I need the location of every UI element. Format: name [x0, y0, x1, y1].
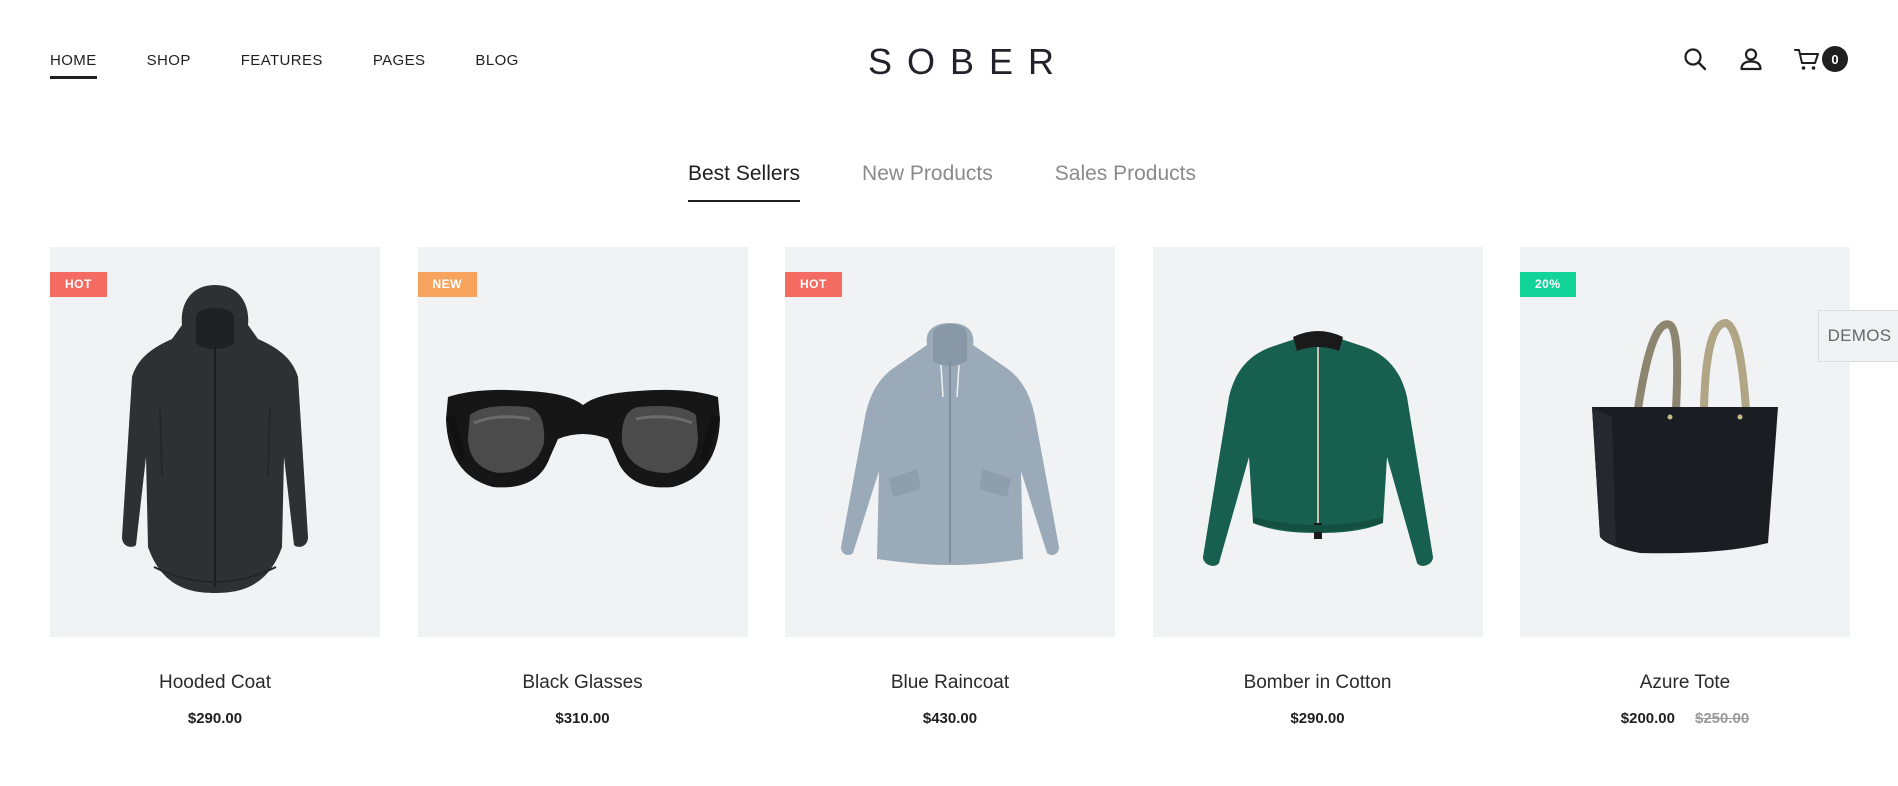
product-name[interactable]: Hooded Coat [50, 672, 380, 694]
product-price: $290.00 [1153, 710, 1483, 727]
product-name[interactable]: Blue Raincoat [785, 672, 1115, 694]
product-price: $430.00 [785, 710, 1115, 727]
current-price: $310.00 [555, 710, 610, 727]
product-image[interactable]: HOT [50, 247, 380, 637]
bomber-jacket-image [1202, 331, 1433, 566]
tab-sales-products[interactable]: Sales Products [1055, 162, 1196, 202]
product-image[interactable]: 20% [1520, 247, 1850, 637]
product-card[interactable]: HOT Blue Raincoat $430.00 [785, 247, 1115, 727]
tab-best-sellers[interactable]: Best Sellers [688, 162, 801, 202]
product-badge: HOT [50, 272, 107, 297]
current-price: $290.00 [187, 710, 243, 727]
current-price: $290.00 [1290, 710, 1345, 727]
demos-button[interactable]: DEMOS [1818, 310, 1898, 362]
nav-pages[interactable]: PAGES [373, 52, 426, 79]
search-icon[interactable] [1682, 46, 1708, 72]
nav-blog[interactable]: BLOG [475, 52, 518, 79]
site-header: HOME SHOP FEATURES PAGES BLOG SOBER 0 [0, 0, 1898, 124]
current-price: $200.00 [1620, 710, 1675, 727]
product-grid: HOT Hooded Coat $290.00 NEW Black Glasse… [50, 247, 1850, 727]
tab-new-products[interactable]: New Products [862, 162, 993, 202]
product-price: $200.00 $250.00 [1520, 710, 1850, 727]
product-image[interactable] [1152, 247, 1483, 637]
product-price: $290.00 [50, 710, 380, 727]
product-name[interactable]: Azure Tote [1520, 672, 1850, 694]
cart-button[interactable]: 0 [1794, 46, 1848, 72]
product-image[interactable]: HOT [785, 247, 1115, 637]
product-card[interactable]: NEW Black Glasses $310.00 [417, 247, 748, 727]
cart-icon [1794, 46, 1820, 72]
azure-tote-image [1592, 318, 1778, 554]
product-badge: NEW [417, 272, 477, 297]
blue-raincoat-image [841, 323, 1059, 565]
main-nav: HOME SHOP FEATURES PAGES BLOG [50, 52, 569, 79]
product-badge: 20% [1520, 272, 1576, 297]
nav-shop[interactable]: SHOP [147, 52, 191, 79]
cart-count-badge: 0 [1822, 46, 1848, 72]
user-icon[interactable] [1738, 46, 1764, 72]
product-card[interactable]: HOT Hooded Coat $290.00 [50, 247, 380, 727]
product-card[interactable]: 20% Azure Tote $200.00 $250.00 [1520, 247, 1850, 727]
nav-home[interactable]: HOME [50, 52, 97, 79]
black-glasses-image [445, 389, 720, 488]
product-tabs: Best Sellers New Products Sales Products [688, 162, 1196, 202]
nav-features[interactable]: FEATURES [241, 52, 323, 79]
product-name[interactable]: Bomber in Cotton [1153, 672, 1483, 694]
current-price: $430.00 [922, 710, 978, 727]
product-price: $310.00 [418, 710, 748, 727]
product-name[interactable]: Black Glasses [418, 672, 748, 694]
site-logo[interactable]: SOBER [868, 40, 1054, 84]
product-image[interactable]: NEW [417, 247, 748, 637]
product-badge: HOT [785, 272, 842, 297]
old-price: $250.00 [1695, 710, 1750, 727]
hooded-coat-image [122, 285, 308, 593]
header-actions: 0 [1682, 46, 1848, 72]
product-card[interactable]: Bomber in Cotton $290.00 [1152, 247, 1483, 727]
